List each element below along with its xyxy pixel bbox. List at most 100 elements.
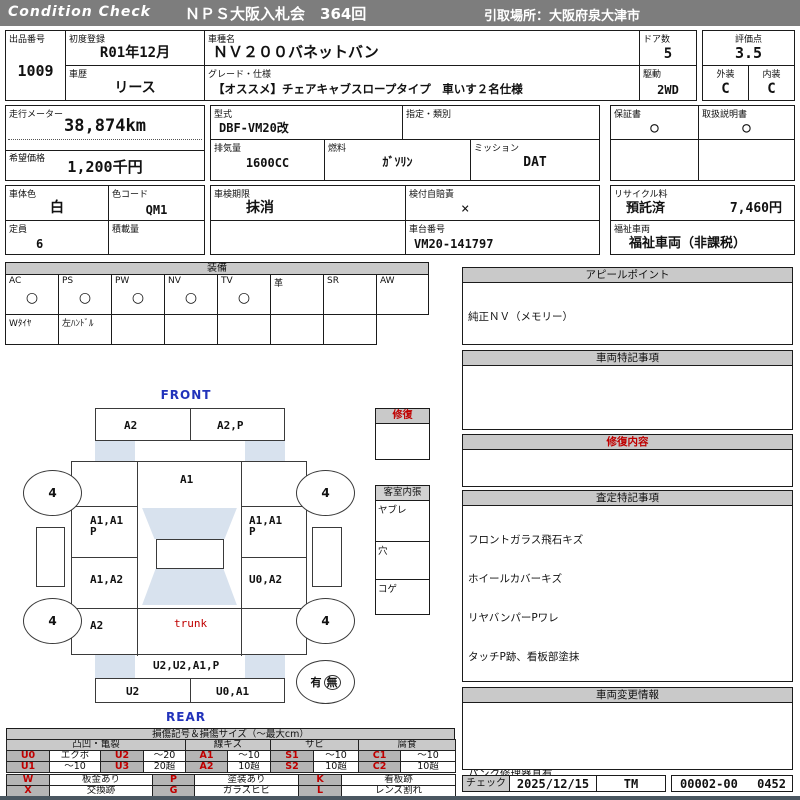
damage-code: U0,A1 (216, 685, 250, 698)
hood-code: A1 (180, 473, 194, 486)
cabin-row-burn: コゲ (378, 584, 398, 595)
empty-doc-cell (610, 139, 699, 181)
legend-code: C2 (358, 761, 402, 773)
rear-label: REAR (166, 710, 206, 724)
legend-code: W (6, 774, 50, 786)
interior-grade-cell: 内装 C (748, 65, 795, 101)
wheel-rear-right: 4 (296, 598, 355, 644)
legend-code: U0 (6, 750, 50, 762)
price-value: 1,200千円 (67, 158, 143, 176)
bottom-edge-strip (0, 796, 800, 800)
repair-box-title: 修復 (376, 409, 429, 424)
body-line (137, 462, 138, 656)
change-info-panel: 車両変更情報 (462, 687, 793, 770)
repair-content-panel: 修復内容 (462, 434, 793, 487)
wheel-mark: 4 (321, 614, 330, 628)
equipment-mark: ○ (25, 290, 39, 306)
legend-code: U3 (100, 761, 144, 773)
history-value: リース (114, 80, 156, 96)
side-step-right (312, 527, 342, 587)
legend-code: G (152, 785, 195, 797)
score-value: 3.5 (734, 44, 763, 62)
lot-number-cell: 出品番号 1009 (5, 30, 66, 101)
check-code-box: 00002-00 0452 (671, 775, 793, 792)
inspection-value: 抹消 (246, 200, 274, 216)
equipment-cell-pw: PW ○ (111, 274, 165, 315)
welfare-cell: 福祉車両 福祉車両（非課税） (610, 220, 795, 255)
body-line (72, 557, 138, 558)
change-info-title: 車両変更情報 (463, 688, 792, 703)
legend-value: 10超 (400, 761, 457, 773)
legend-value: エクボ (49, 750, 101, 762)
cabin-lining-box: 客室内張 ヤブレ 穴 コゲ (375, 485, 430, 615)
front-bumper-right: A2,P (190, 408, 285, 441)
door-rear-left-code: A1,A2 (90, 573, 124, 586)
legend-value: ～10 (400, 750, 457, 762)
welfare-value: 福祉車両（非課税） (629, 236, 747, 251)
mission-cell: ミッション DAT (470, 139, 600, 181)
damage-code: A2,P (217, 419, 244, 432)
equipment-note-cell: Wﾀｲﾔ (5, 314, 59, 345)
displacement-label: 排気量 (214, 144, 242, 154)
cabin-row-hole: 穴 (376, 542, 429, 580)
body-line (241, 506, 307, 507)
wheel-mark: 4 (321, 486, 330, 500)
capacity-value: 6 (36, 237, 44, 251)
history-cell: 車歴 リース (65, 65, 205, 101)
legend-value: 10超 (313, 761, 360, 773)
legend-group: 線キズ (185, 739, 272, 751)
legend-code: C1 (358, 750, 402, 762)
displacement-cell: 排気量 1600CC (210, 139, 325, 181)
legend-code: A2 (185, 761, 229, 773)
repair-box: 修復 (375, 408, 430, 460)
legend-group: サビ (270, 739, 360, 751)
body-line (72, 506, 138, 507)
fuel-cell: 燃料 ｶﾞｿﾘﾝ (324, 139, 471, 181)
body-line (72, 608, 307, 609)
equipment-mark: ○ (78, 290, 92, 306)
legend-value: 看板跡 (341, 774, 456, 786)
legend-value: 交換跡 (49, 785, 153, 797)
designation-label: 指定・類別 (406, 110, 452, 120)
body-color-cell: 車体色 白 (5, 185, 109, 221)
legend-group: 腐食 (358, 739, 457, 751)
rear-bumper-right: U0,A1 (190, 678, 285, 703)
color-code-cell: 色コード QM1 (108, 185, 205, 221)
vehicle-notes-panel: 車両特記事項 (462, 350, 793, 430)
car-diagram: FRONT A2 A2,P A1 A1,A1 P A1,A1 P A1,A2 U… (8, 388, 364, 728)
equipment-note-cell (270, 314, 324, 345)
equipment-cell-leather: 革 (270, 274, 324, 315)
legend-value: ～10 (227, 750, 272, 762)
assessment-title: 査定特記事項 (463, 491, 792, 506)
recycle-fee: 7,460円 (729, 201, 782, 216)
legend-size-table: 凸凹・亀裂 線キズ サビ 腐食 U0 エクボ U2 ～20 A1 ～10 S1 … (5, 739, 457, 773)
lot-number-value: 1009 (17, 62, 54, 80)
capacity-label: 定員 (9, 225, 28, 235)
empty-cell (210, 220, 406, 255)
trunk-label: trunk (174, 617, 208, 630)
manual-label: 取扱説明書 (702, 110, 748, 120)
first-reg-cell: 初度登録 R01年12月 (65, 30, 205, 66)
body-line (241, 462, 242, 656)
equipment-note-cell (323, 314, 377, 345)
equipment-cell-ac: AC ○ (5, 274, 59, 315)
legend-code: P (152, 774, 195, 786)
odometer-price-box: 走行メーター 38,874km 希望価格 1,200千円 (5, 105, 205, 181)
exterior-grade-label: 外装 (716, 70, 735, 80)
equipment-cell-tv: TV ○ (217, 274, 271, 315)
wheel-mark: 4 (48, 614, 57, 628)
equipment-cell-ps: PS ○ (58, 274, 112, 315)
warranty-label: 保証書 (614, 110, 642, 120)
model-value: ＮＶ２００バネットバン (213, 43, 379, 61)
equipment-mark: ○ (237, 290, 251, 306)
insurance-label: 検付自賠責 (409, 190, 455, 200)
chassis-label: 車台番号 (409, 225, 446, 235)
check-serial: 0452 (757, 777, 786, 791)
interior-grade-label: 内装 (762, 70, 781, 80)
dotted-divider (8, 139, 202, 140)
legend-value: ～20 (142, 750, 187, 762)
legend-value: 塗装あり (194, 774, 299, 786)
rear-corner-glass-right (245, 655, 285, 678)
model-cell: 車種名 ＮＶ２００バネットバン (204, 30, 640, 66)
mission-value: DAT (523, 155, 547, 170)
